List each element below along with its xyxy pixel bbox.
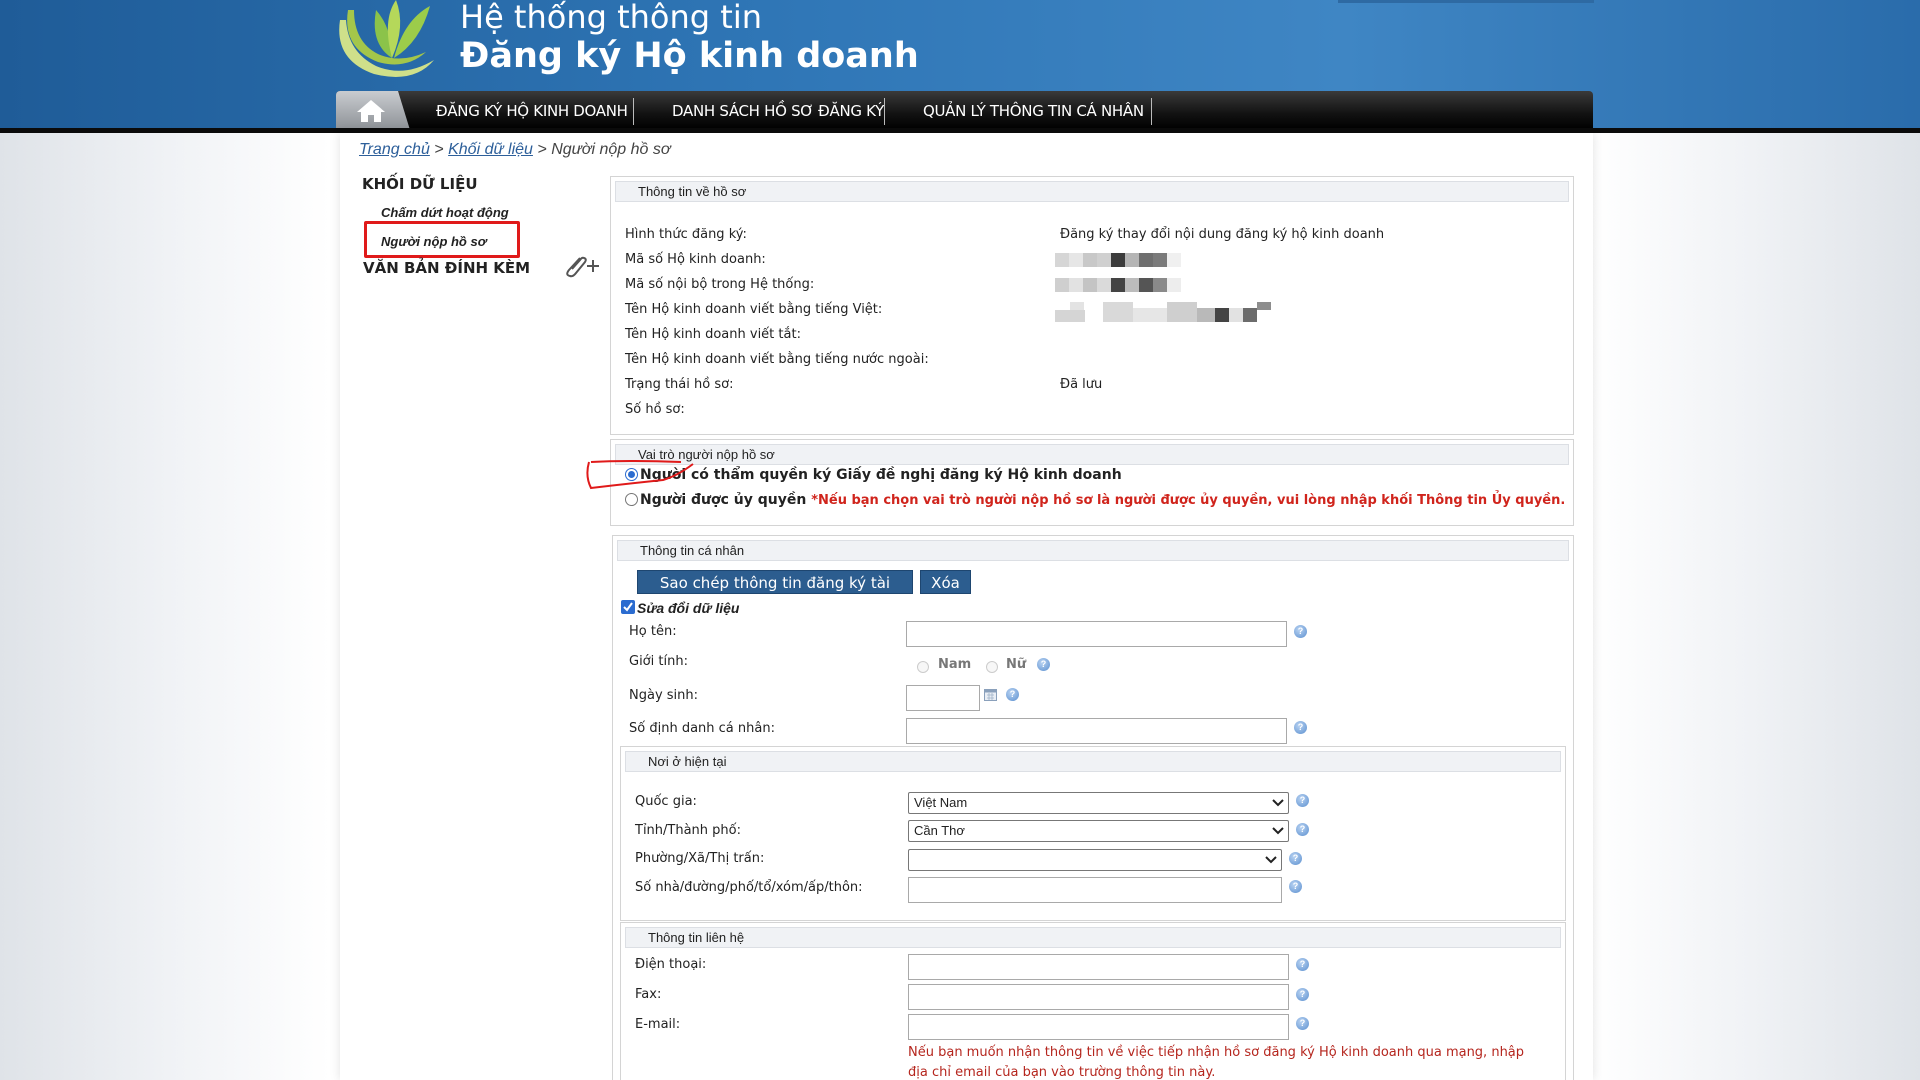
gender-male-radio[interactable]: [917, 661, 929, 673]
breadcrumb-separator: >: [429, 141, 449, 158]
authorization-warning-text: *Nếu bạn chọn vai trò người nộp hồ sơ là…: [811, 493, 1566, 508]
gender-female-radio[interactable]: [986, 661, 998, 673]
edit-data-label: Sửa đổi dữ liệu: [637, 600, 740, 616]
country-selected-value: Việt Nam: [914, 795, 968, 810]
ward-label: Phường/Xã/Thị trấn:: [635, 851, 765, 866]
breadcrumb-block-link[interactable]: Khối dữ liệu: [448, 141, 533, 158]
country-label: Quốc gia:: [635, 794, 697, 809]
ward-select[interactable]: [908, 849, 1282, 871]
dob-input[interactable]: [906, 685, 980, 711]
business-name-vn-label: Tên Hộ kinh doanh viết bằng tiếng Việt:: [625, 302, 883, 317]
registration-type-label: Hình thức đăng ký:: [625, 227, 747, 242]
role-option-signer-label: Người có thẩm quyền ký Giấy đề nghị đăng…: [640, 467, 1122, 483]
dossier-status-value: Đã lưu: [1060, 377, 1103, 392]
help-icon[interactable]: ?: [1296, 958, 1309, 971]
address-input[interactable]: [908, 877, 1282, 903]
checkmark-icon: [623, 602, 633, 612]
help-icon[interactable]: ?: [1289, 852, 1302, 865]
phone-input[interactable]: [908, 954, 1289, 980]
redacted-business-code: [1055, 253, 1215, 267]
province-selected-value: Cần Thơ: [914, 823, 965, 838]
email-input[interactable]: [908, 1014, 1289, 1040]
chevron-down-icon: [1265, 856, 1277, 864]
edit-data-checkbox[interactable]: [621, 600, 635, 614]
internal-code-label: Mã số nội bộ trong Hệ thống:: [625, 277, 815, 292]
business-foreign-name-label: Tên Hộ kinh doanh viết bằng tiếng nước n…: [625, 352, 929, 367]
province-select[interactable]: Cần Thơ: [908, 820, 1289, 842]
breadcrumb-separator: >: [532, 141, 552, 158]
sidebar-item-submitter[interactable]: Người nộp hồ sơ: [381, 234, 486, 249]
full-name-label: Họ tên:: [629, 624, 677, 639]
residence-legend: Nơi ở hiện tại: [625, 751, 1561, 772]
home-icon: [357, 100, 385, 122]
calendar-icon[interactable]: [984, 688, 997, 701]
dossier-info-legend: Thông tin về hồ sơ: [615, 181, 1569, 202]
help-icon[interactable]: ?: [1006, 688, 1019, 701]
header-top-strip: [1338, 0, 1594, 3]
fax-label: Fax:: [635, 987, 662, 1002]
site-header: Hệ thống thông tin Đăng ký Hộ kinh doanh…: [0, 0, 1920, 133]
leaf-logo-icon: [339, 0, 434, 77]
breadcrumb-current: Người nộp hồ sơ: [551, 141, 671, 158]
dossier-status-label: Trạng thái hồ sơ:: [625, 377, 734, 392]
full-name-input[interactable]: [906, 621, 1287, 647]
contact-legend: Thông tin liên hệ: [625, 927, 1561, 948]
help-icon[interactable]: ?: [1289, 880, 1302, 893]
business-short-name-label: Tên Hộ kinh doanh viết tắt:: [625, 327, 801, 342]
personal-id-label: Số định danh cá nhân:: [629, 721, 775, 736]
gender-male-label: Nam: [938, 657, 972, 672]
role-option-authorized-person[interactable]: Người được ủy quyền *Nếu bạn chọn vai tr…: [625, 492, 1565, 508]
site-title-line2: Đăng ký Hộ kinh doanh: [460, 36, 919, 76]
nav-separator: [884, 98, 885, 125]
address-label: Số nhà/đường/phố/tổ/xóm/ấp/thôn:: [635, 880, 863, 895]
personal-info-legend: Thông tin cá nhân: [617, 540, 1569, 561]
dob-label: Ngày sinh:: [629, 688, 699, 703]
nav-item-personal-info[interactable]: QUẢN LÝ THÔNG TIN CÁ NHÂN: [923, 91, 1144, 130]
gender-label: Giới tính:: [629, 654, 688, 669]
nav-home-button[interactable]: [336, 91, 410, 130]
help-icon[interactable]: ?: [1296, 988, 1309, 1001]
fax-input[interactable]: [908, 984, 1289, 1010]
site-title-line1: Hệ thống thông tin: [460, 0, 762, 36]
phone-label: Điện thoại:: [635, 957, 707, 972]
country-select[interactable]: Việt Nam: [908, 792, 1289, 814]
email-label: E-mail:: [635, 1017, 681, 1032]
delete-button[interactable]: Xóa: [920, 570, 971, 594]
chevron-down-icon: [1272, 827, 1284, 835]
help-icon[interactable]: ?: [1037, 658, 1050, 671]
personal-id-input[interactable]: [906, 718, 1287, 744]
sidebar-item-terminate[interactable]: Chấm dứt hoạt động: [381, 205, 509, 220]
role-radio-authorized[interactable]: [625, 493, 638, 506]
paperclip-plus-icon[interactable]: [562, 254, 602, 278]
red-annotation-mark: [586, 460, 694, 490]
registration-type-value: Đăng ký thay đổi nội dung đăng ký hộ kin…: [1060, 227, 1385, 242]
nav-item-dossier-list[interactable]: DANH SÁCH HỒ SƠ ĐĂNG KÝ: [672, 91, 884, 130]
help-icon[interactable]: ?: [1296, 794, 1309, 807]
province-label: Tỉnh/Thành phố:: [635, 823, 741, 838]
gender-female-label: Nữ: [1006, 657, 1027, 672]
email-hint-note: Nếu bạn muốn nhận thông tin về việc tiếp…: [908, 1045, 1525, 1080]
help-icon[interactable]: ?: [1294, 625, 1307, 638]
help-icon[interactable]: ?: [1296, 823, 1309, 836]
submitter-role-legend: Vai trò người nộp hồ sơ: [615, 444, 1569, 465]
role-option-authorized-signer[interactable]: Người có thẩm quyền ký Giấy đề nghị đăng…: [625, 467, 1122, 483]
help-icon[interactable]: ?: [1296, 1017, 1309, 1030]
sidebar-attachments-title: VĂN BẢN ĐÍNH KÈM: [363, 259, 531, 277]
nav-item-register[interactable]: ĐĂNG KÝ HỘ KINH DOANH: [436, 91, 628, 130]
role-option-authorized-label: Người được ủy quyền: [640, 492, 807, 508]
sidebar-section-title: KHỐI DỮ LIỆU: [362, 175, 478, 193]
nav-separator: [633, 98, 634, 125]
chevron-down-icon: [1272, 799, 1284, 807]
breadcrumb-home-link[interactable]: Trang chủ: [359, 141, 430, 158]
copy-account-info-button[interactable]: Sao chép thông tin đăng ký tài khoản: [637, 570, 913, 616]
breadcrumb: Trang chủ > Khối dữ liệu > Người nộp hồ …: [359, 141, 671, 159]
help-icon[interactable]: ?: [1294, 721, 1307, 734]
redacted-business-name: [1055, 302, 1280, 322]
dossier-number-label: Số hồ sơ:: [625, 402, 685, 417]
nav-separator: [1151, 98, 1152, 125]
redacted-internal-code: [1055, 278, 1215, 292]
main-nav: ĐĂNG KÝ HỘ KINH DOANH DANH SÁCH HỒ SƠ ĐĂ…: [336, 91, 1593, 130]
business-code-label: Mã số Hộ kinh doanh:: [625, 252, 766, 267]
